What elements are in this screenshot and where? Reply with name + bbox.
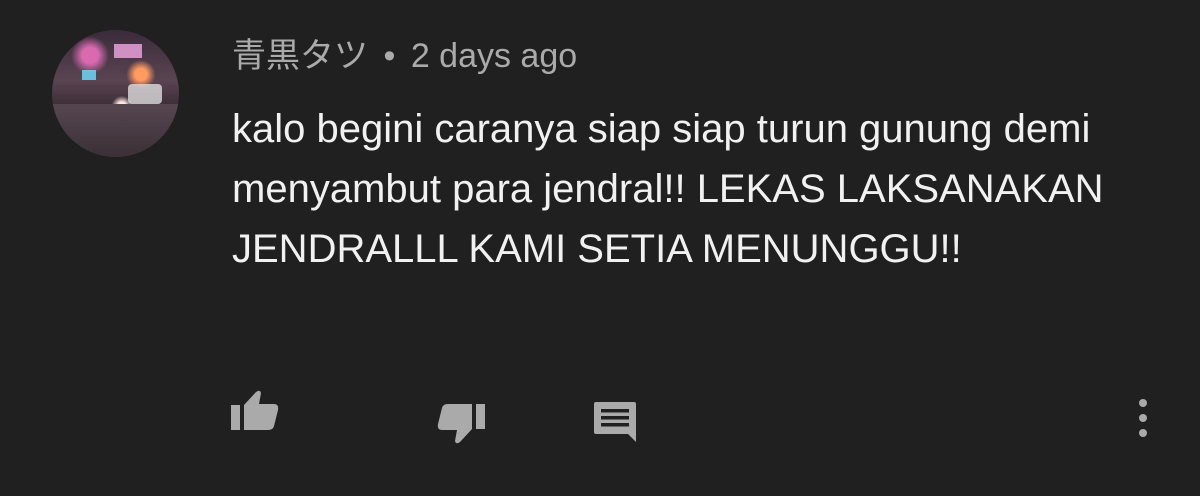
avatar[interactable] (52, 30, 179, 157)
author-name[interactable]: 青黒タツ (232, 37, 368, 75)
avatar-sign-shape (82, 70, 96, 80)
avatar-sign-shape (114, 44, 142, 58)
thumb-down-icon[interactable] (436, 400, 486, 446)
meta-separator: • (383, 37, 396, 75)
more-vertical-icon[interactable] (1136, 398, 1150, 438)
comment-item: 青黒タツ • 2 days ago kalo begini caranya si… (0, 0, 1200, 496)
avatar-street-shape (52, 103, 179, 157)
comment-timestamp[interactable]: 2 days ago (411, 37, 577, 75)
comment-icon[interactable] (592, 400, 638, 444)
thumb-up-icon[interactable] (230, 388, 280, 434)
comment-text: kalo begini caranya siap siap turun gunu… (232, 107, 1104, 271)
avatar-car-shape (128, 84, 162, 104)
comment-meta: 青黒タツ • 2 days ago (232, 36, 577, 76)
